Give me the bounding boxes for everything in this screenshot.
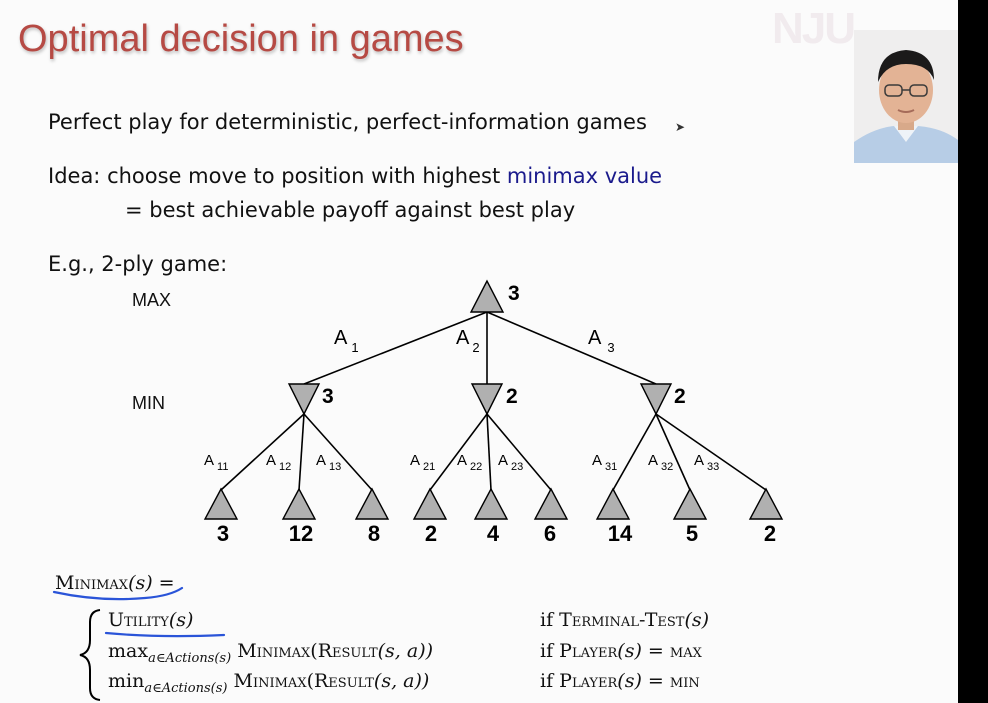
min-node-value: 2 (506, 385, 518, 408)
root-value: 3 (508, 282, 520, 305)
min-node-value: 2 (674, 385, 686, 408)
leaf-node (672, 487, 708, 520)
leaf-node (412, 487, 448, 520)
leaf-value: 3 (217, 521, 229, 546)
cases-brace (79, 609, 101, 701)
max-node (469, 279, 505, 313)
action-label: A3 (588, 327, 615, 355)
leaf-node (203, 487, 239, 520)
leaf-node (473, 487, 509, 520)
formula-lhs: Minimax(s) = (55, 572, 175, 594)
action-label: A 32 (648, 452, 673, 473)
condition-min: if Player(s) = min (540, 670, 700, 692)
leaf-value: 12 (289, 521, 313, 546)
leaf-node (533, 487, 569, 520)
action-label: A 11 (204, 452, 228, 473)
screen-edge-bar (958, 0, 988, 703)
leaf-value: 2 (764, 521, 776, 546)
edge-a13 (303, 413, 373, 491)
leaf-node (354, 487, 390, 520)
formula-case-max: maxa∈Actions(s) Minimax(Result(s, a)) (108, 640, 434, 666)
min-node-3 (639, 383, 673, 416)
edge-a3 (486, 311, 657, 385)
leaf-value: 4 (487, 521, 500, 546)
underline-annotation (104, 631, 226, 638)
action-label: A 22 (457, 452, 482, 473)
presenter-image (854, 30, 958, 163)
leaf-value: 6 (544, 521, 556, 546)
leaf-value: 5 (686, 521, 698, 546)
action-label: A 31 (592, 452, 617, 473)
leaf-node (748, 487, 784, 520)
edge-a12 (298, 413, 305, 491)
condition-max: if Player(s) = max (540, 640, 702, 662)
formula-case-terminal: Utility(s) (108, 609, 194, 631)
action-label: A2 (456, 327, 480, 355)
condition-terminal: if Terminal-Test(s) (540, 609, 710, 631)
edge-a22 (486, 413, 492, 491)
edge-a23 (486, 413, 552, 491)
min-node-value: 3 (322, 385, 334, 408)
action-label: A1 (334, 327, 359, 355)
formula-case-min: mina∈Actions(s) Minimax(Result(s, a)) (108, 670, 430, 696)
action-label: A 13 (316, 452, 341, 473)
leaf-node (595, 487, 631, 520)
action-label: A 21 (410, 452, 435, 473)
presenter-webcam (854, 30, 958, 163)
action-label: A 23 (498, 452, 523, 473)
leaf-value: 8 (368, 521, 380, 546)
min-node-2 (470, 383, 504, 416)
game-tree-diagram: 3 3 2 2 A1 A2 A3 A 11 A 12 A 13 A 21 A 22 A 23… (52, 279, 784, 701)
leaf-value: 14 (608, 521, 633, 546)
min-node-1 (287, 383, 321, 416)
leaf-value: 2 (425, 521, 437, 546)
edge-a11 (220, 413, 305, 491)
leaf-node (281, 487, 317, 520)
action-label: A 12 (266, 452, 291, 473)
